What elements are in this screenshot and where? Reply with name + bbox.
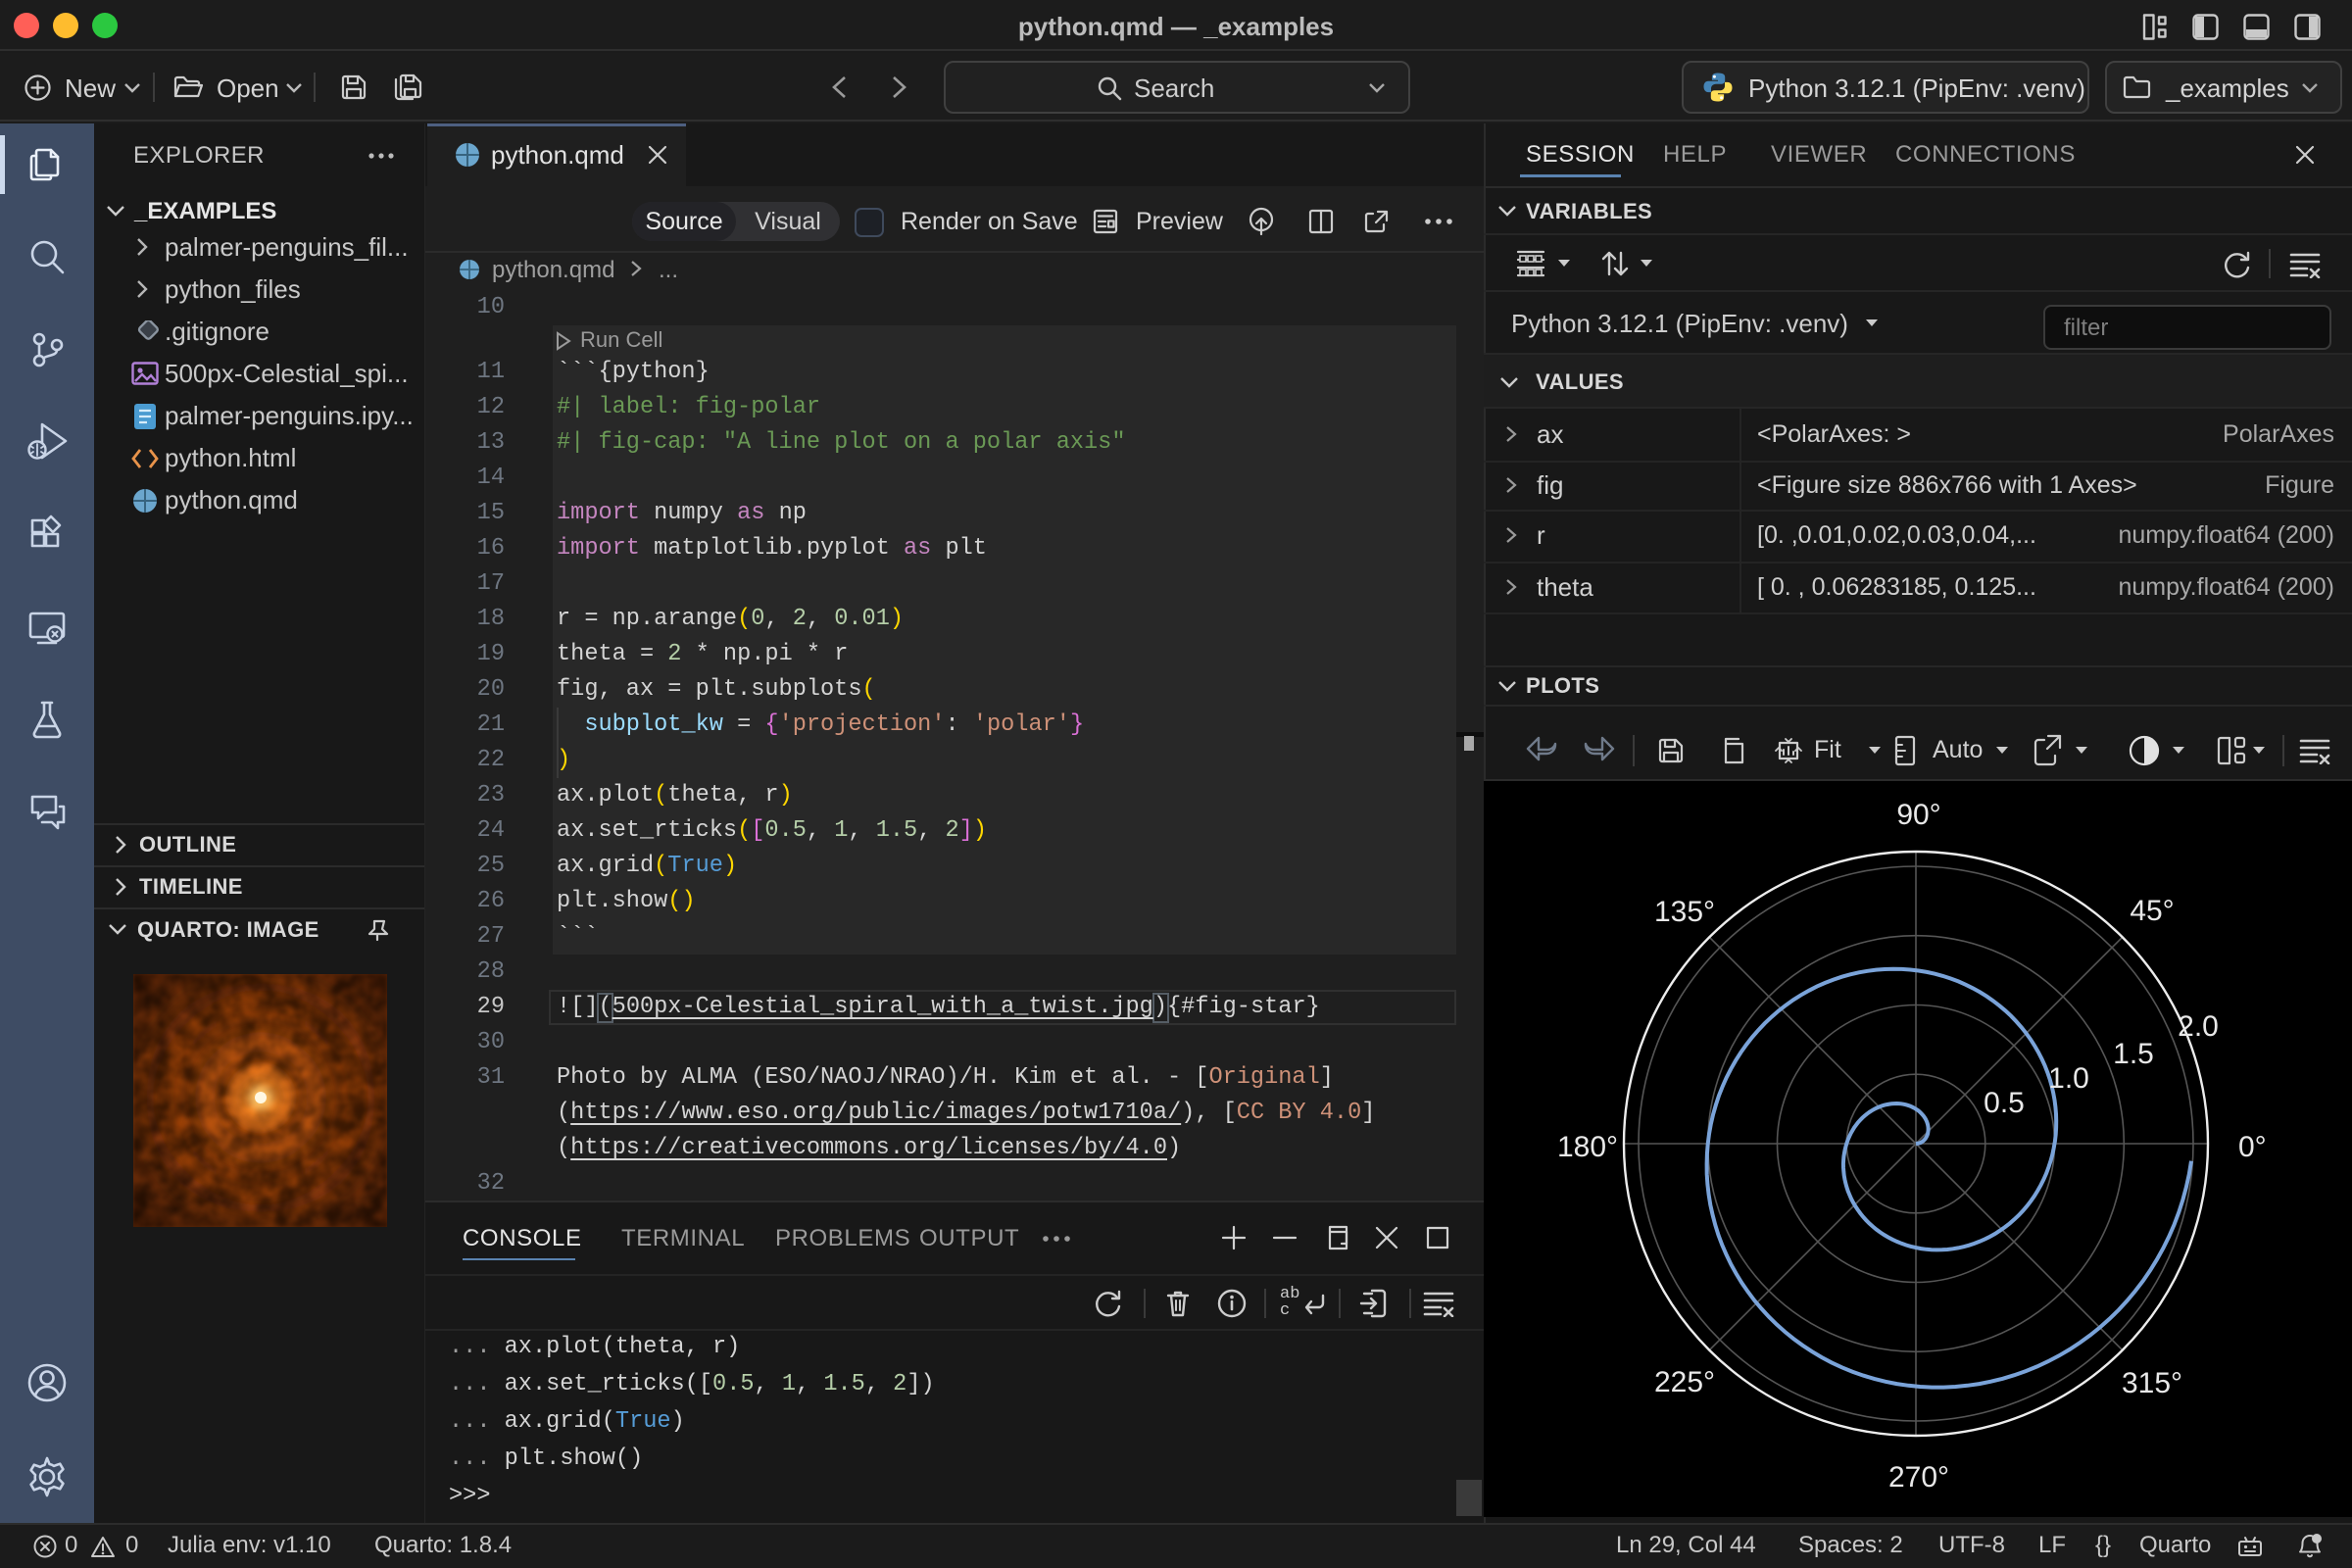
svg-text:315°: 315° <box>2122 1367 2182 1399</box>
svg-text:1.0: 1.0 <box>2048 1062 2089 1095</box>
svg-text:0°: 0° <box>2238 1131 2267 1163</box>
svg-text:0.5: 0.5 <box>1984 1087 2025 1119</box>
svg-text:45°: 45° <box>2130 895 2174 927</box>
svg-text:1.5: 1.5 <box>2113 1038 2154 1070</box>
svg-text:90°: 90° <box>1896 799 1940 831</box>
svg-text:2.0: 2.0 <box>2178 1010 2219 1043</box>
svg-text:180°: 180° <box>1557 1131 1618 1163</box>
svg-text:225°: 225° <box>1654 1366 1715 1398</box>
svg-text:270°: 270° <box>1888 1461 1949 1494</box>
svg-text:135°: 135° <box>1654 896 1715 928</box>
